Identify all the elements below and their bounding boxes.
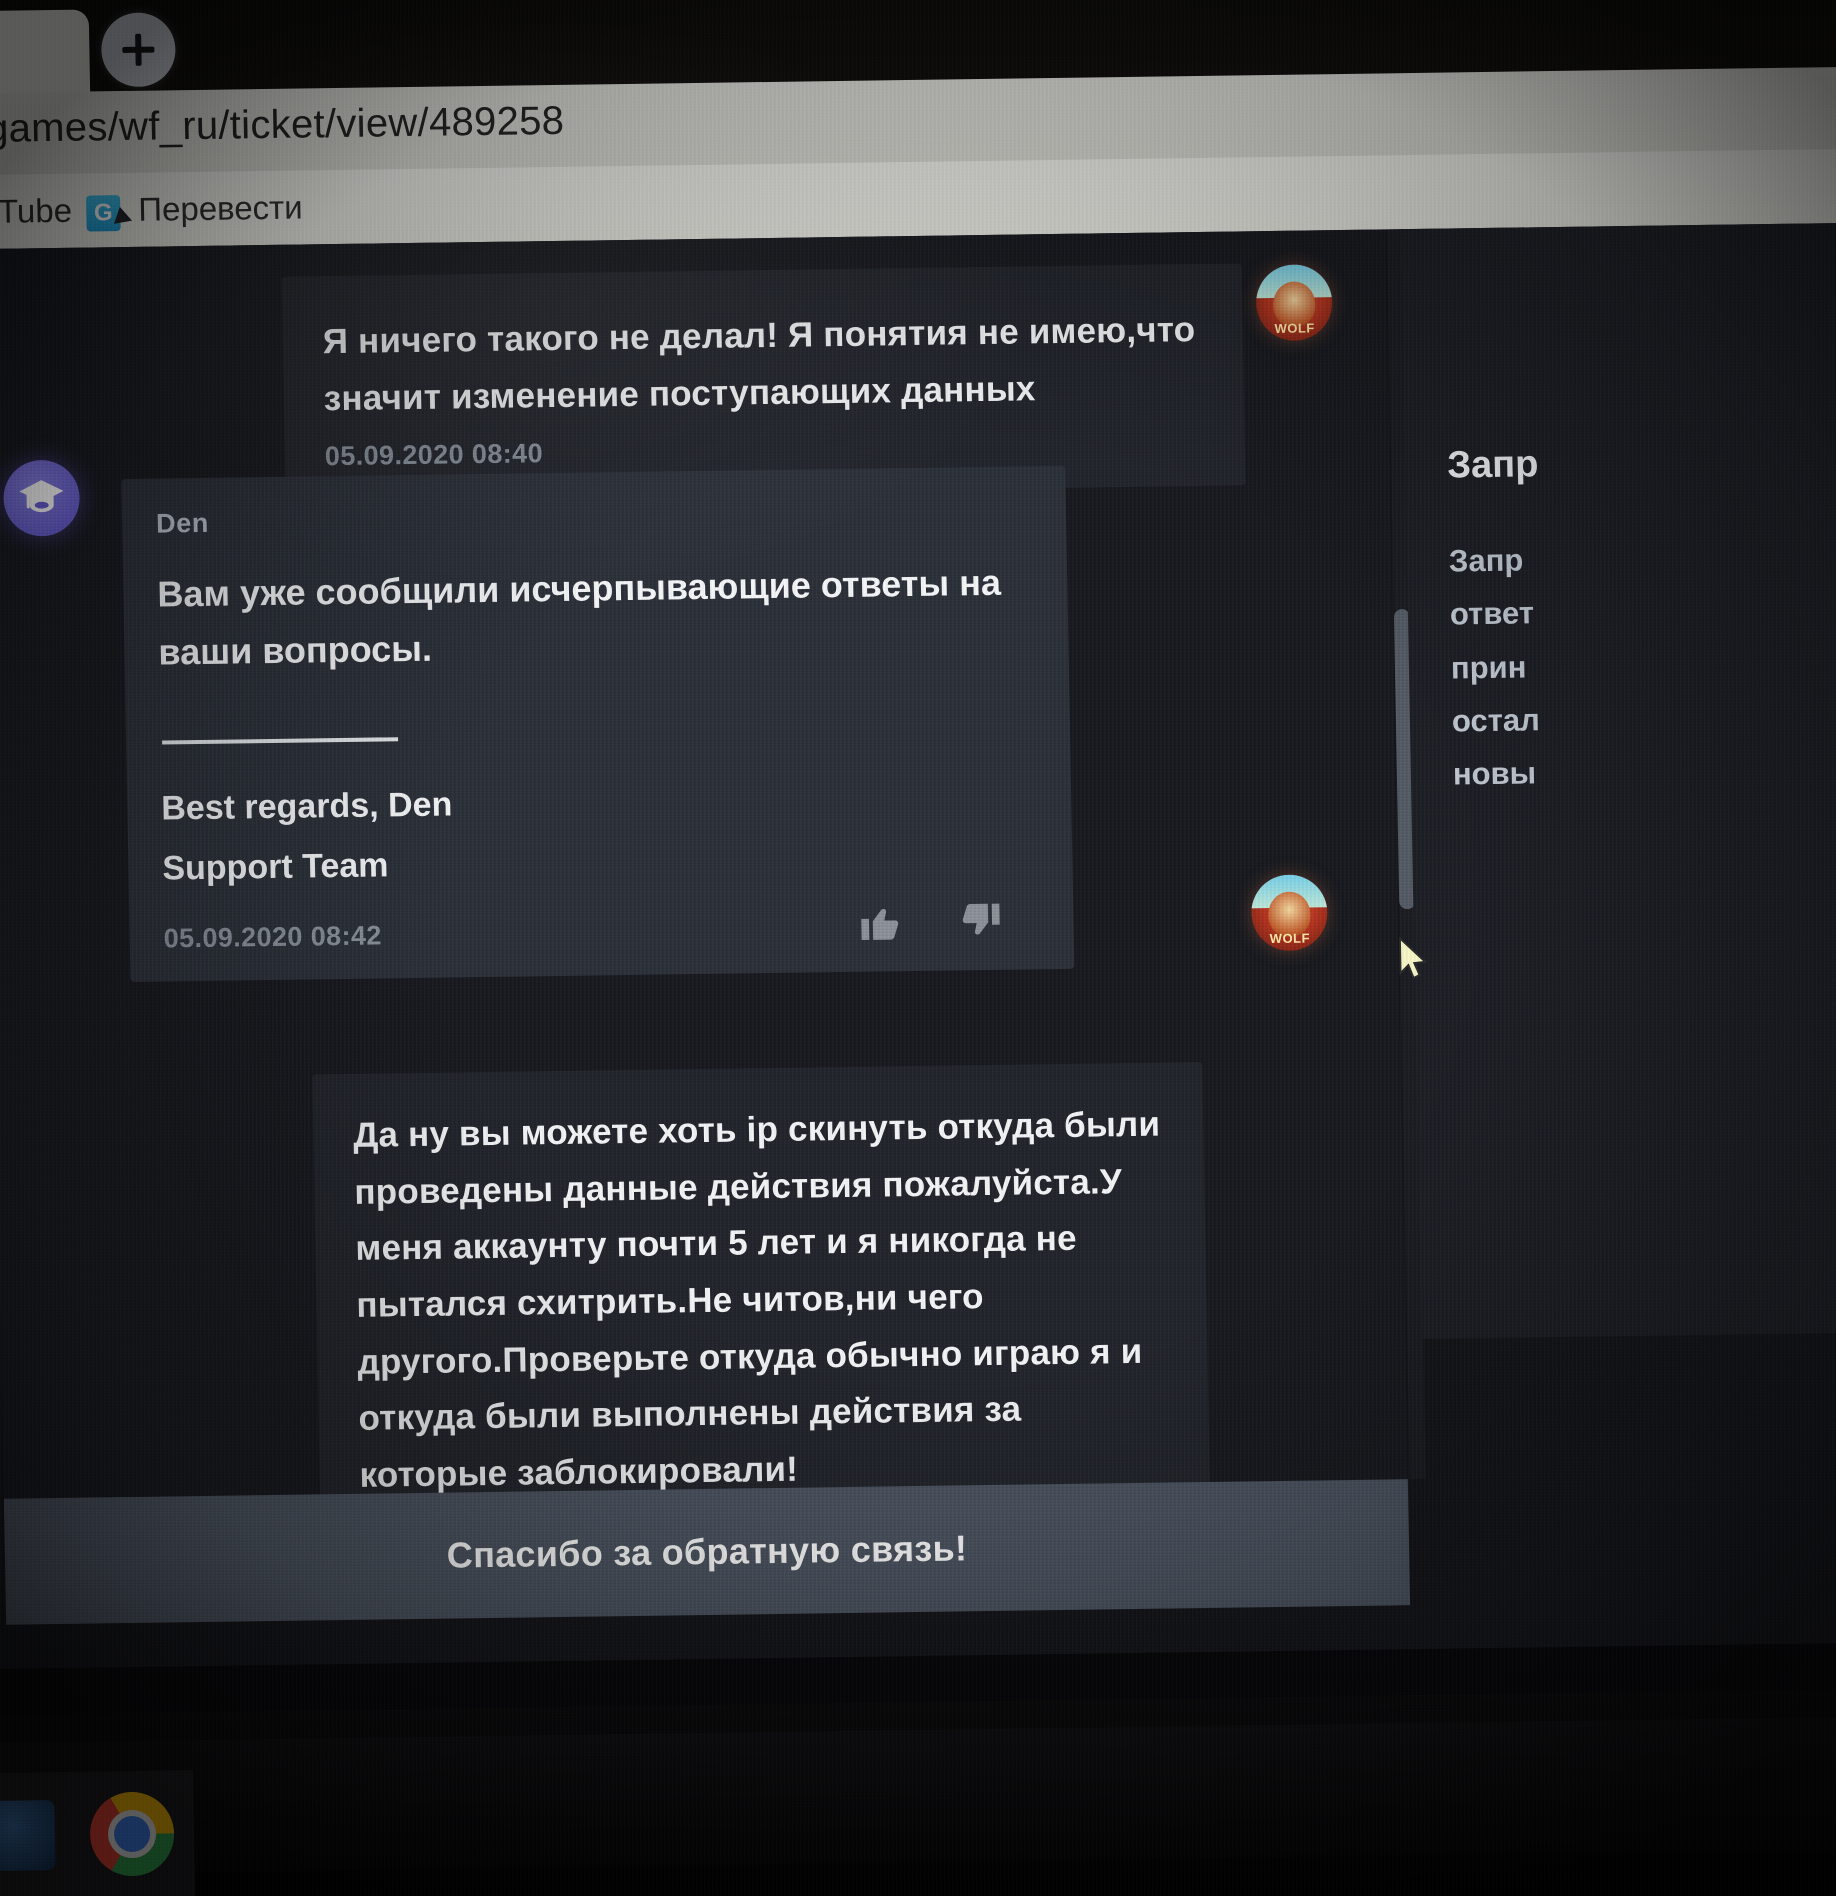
sidebar-line-1: Запр [1448,542,1524,579]
chrome-icon [89,1791,175,1877]
graduation-cap-icon [19,480,64,513]
google-translate-icon: G [86,195,121,232]
chat-message-agent: Den Вам уже сообщили исчерпывающие ответ… [121,465,1075,982]
sidebar-line-2: ответ [1449,595,1535,632]
sidebar-title: Запр [1446,443,1539,487]
message-timestamp: 05.09.2020 08:42 [163,920,383,954]
chat-pane: Я ничего такого не делал! Я понятия не и… [0,229,1408,1571]
screen-content: upp ✕ ny.games/wf_ru/ticket/view/489258 … [0,0,1836,1896]
message-body: Вам уже сообщили исчерпывающие ответы на… [156,561,1002,673]
monitor-photo: upp ✕ ny.games/wf_ru/ticket/view/489258 … [0,0,1836,1896]
message-body: Я ничего такого не делал! Я понятия не и… [322,310,1196,418]
avatar-badge: WOLF [1269,930,1311,947]
thumbs-down-icon[interactable] [957,897,1004,944]
signature-divider [162,736,399,745]
app-icon [0,1800,56,1872]
url-text: ny.games/wf_ru/ticket/view/489258 [0,98,565,152]
chat-message-user-1: Я ничего такого не делал! Я понятия не и… [281,263,1246,500]
feedback-bar: Спасибо за обратную связь! [3,1479,1411,1625]
bookmark-translate[interactable]: Перевести [138,189,303,229]
sidebar-text: Запр ответ прин остал новы [1448,529,1836,801]
ticket-sidebar: Запр Запр ответ прин остал новы [1400,222,1836,1339]
desktop-taskbar [0,1688,1836,1896]
thumbs-up-icon[interactable] [857,899,904,946]
rating-controls [857,897,1040,946]
message-timestamp: 05.09.2020 08:40 [324,438,544,472]
sidebar-line-4: остал [1451,702,1541,739]
taskbar-chrome-button[interactable] [68,1770,196,1896]
browser-tab[interactable]: upp ✕ [0,9,91,99]
user-avatar: WOLF [1250,874,1329,952]
avatar-badge: WOLF [1274,320,1315,337]
ticket-page: Я ничего такого не делал! Я понятия не и… [0,222,1836,1670]
mouse-cursor-icon [1398,936,1428,980]
plus-icon[interactable] [100,12,177,88]
message-body: Да ну вы можете хоть ip скинуть откуда б… [352,1104,1161,1495]
taskbar-strip [0,1716,1836,1896]
sidebar-line-3: прин [1450,649,1527,686]
signature-line-2: Support Team [162,846,389,888]
message-author: Den [155,507,210,539]
feedback-text: Спасибо за обратную связь! [446,1527,968,1576]
bookmark-youtube[interactable]: YouTube [0,192,72,232]
message-footer: 05.09.2020 08:42 [163,897,1040,955]
user-avatar: WOLF [1255,264,1333,342]
sidebar-line-5: новы [1452,755,1537,792]
